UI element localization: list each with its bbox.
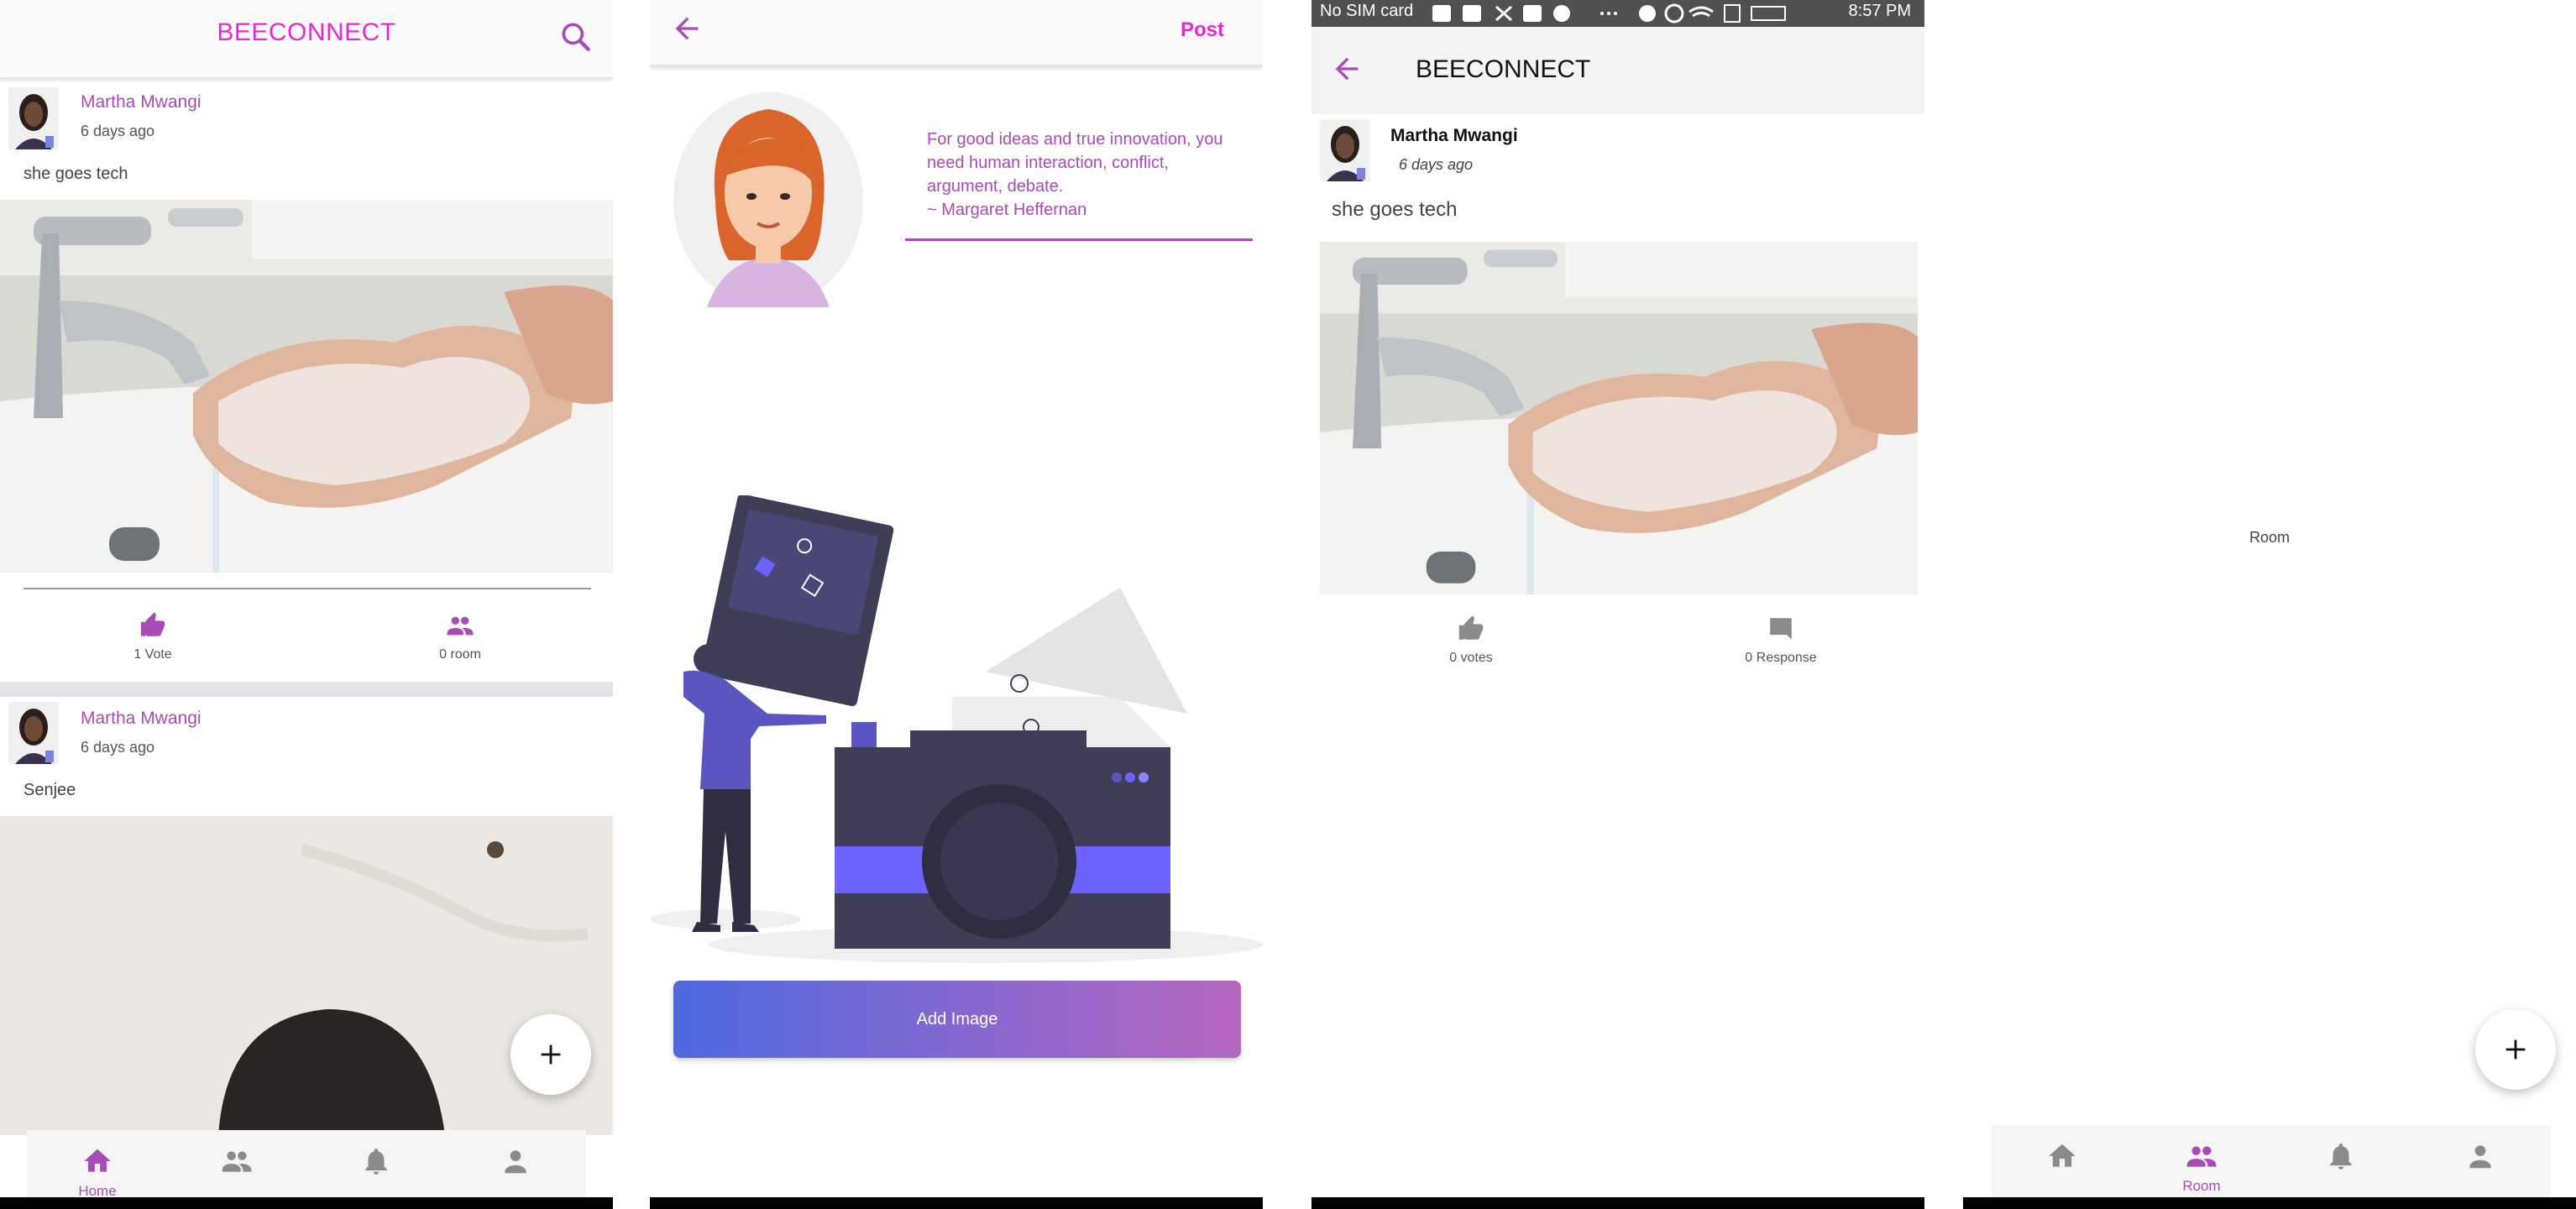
user-avatar-illustration xyxy=(673,92,863,307)
arrow-back-icon xyxy=(1335,57,1359,81)
post-author[interactable]: Martha Mwangi xyxy=(81,92,202,113)
post-time: 6 days ago xyxy=(1399,156,1474,173)
system-nav-bar xyxy=(1312,1197,1924,1209)
plus-icon xyxy=(2505,1039,2526,1060)
detail-toolbar: BEECONNECT xyxy=(1312,27,1924,114)
back-button[interactable] xyxy=(1330,52,1367,89)
vote-button[interactable]: 1 Vote xyxy=(111,611,195,662)
post-time: 6 days ago xyxy=(81,739,155,756)
status-bar: No SIM card 8:57 PM xyxy=(1312,0,1924,27)
room-screen: Room Room xyxy=(1963,0,2576,1209)
post-image[interactable] xyxy=(1320,242,1918,594)
search-icon xyxy=(562,23,590,51)
nav-notifications[interactable] xyxy=(2307,1140,2374,1176)
carrier-label: No SIM card xyxy=(1320,2,1414,20)
bell-icon xyxy=(365,1148,387,1175)
home-icon xyxy=(84,1149,111,1172)
people-icon xyxy=(2186,1146,2217,1167)
camera-illustration xyxy=(650,494,1263,966)
thumb-up-icon xyxy=(1458,615,1484,640)
vote-count-label: 0 votes xyxy=(1449,651,1493,665)
post-submit-button[interactable]: Post xyxy=(1181,18,1224,42)
room-button[interactable]: 0 room xyxy=(416,611,504,662)
feed-app-bar: BEECONNECT xyxy=(0,0,613,79)
post-author[interactable]: Martha Mwangi xyxy=(1390,126,1518,146)
back-button[interactable] xyxy=(670,12,710,52)
system-nav-bar xyxy=(650,1197,1263,1209)
nav-home[interactable]: Home xyxy=(64,1145,131,1200)
author-avatar[interactable] xyxy=(8,702,59,764)
quote-underline xyxy=(905,238,1253,241)
post-text: Senjee xyxy=(24,781,76,799)
bottom-navigation: Room xyxy=(1992,1125,2551,1209)
nav-room-label: Room xyxy=(2182,1178,2221,1194)
bell-icon xyxy=(2330,1143,2352,1170)
response-button[interactable]: 0 Response xyxy=(1709,615,1852,666)
vote-count-label: 1 Vote xyxy=(134,647,172,662)
new-room-fab[interactable] xyxy=(2475,1009,2556,1090)
thumb-up-icon xyxy=(140,612,165,636)
clock: 8:57 PM xyxy=(1848,2,1911,20)
people-icon xyxy=(222,1151,252,1172)
nav-room[interactable]: Room xyxy=(2168,1140,2235,1195)
arrow-back-icon xyxy=(675,17,699,40)
quote-text: For good ideas and true innovation, you … xyxy=(927,130,1223,196)
search-button[interactable] xyxy=(558,18,594,55)
post-divider xyxy=(24,588,591,589)
plus-icon xyxy=(541,1044,561,1065)
nav-profile[interactable] xyxy=(2447,1140,2514,1176)
person-icon xyxy=(2469,1145,2491,1169)
status-icons xyxy=(1429,3,1899,29)
post-text: she goes tech xyxy=(1332,198,1458,221)
vote-button[interactable]: 0 votes xyxy=(1421,615,1521,666)
person-icon xyxy=(505,1150,526,1174)
nav-profile[interactable] xyxy=(482,1145,549,1181)
post-author[interactable]: Martha Mwangi xyxy=(81,709,202,729)
nav-room[interactable] xyxy=(203,1145,270,1181)
nav-home[interactable] xyxy=(2029,1140,2096,1176)
response-count-label: 0 Response xyxy=(1745,651,1817,665)
room-placeholder-label: Room xyxy=(2249,529,2290,546)
compose-screen: Post For good ideas and true innovation,… xyxy=(650,0,1263,1209)
new-post-fab[interactable] xyxy=(510,1014,591,1095)
inspirational-quote: For good ideas and true innovation, you … xyxy=(927,128,1238,222)
comment-icon xyxy=(1770,618,1792,640)
room-count-label: 0 room xyxy=(439,647,481,662)
notification-icons xyxy=(1432,3,1786,24)
detail-title: BEECONNECT xyxy=(1416,55,1591,83)
post-time: 6 days ago xyxy=(81,123,155,139)
post-text: she goes tech xyxy=(24,165,128,183)
system-nav-bar xyxy=(0,1197,613,1209)
post-image[interactable] xyxy=(0,200,613,573)
quote-author: ~ Margaret Heffernan xyxy=(927,201,1087,219)
home-icon xyxy=(2049,1144,2076,1167)
post-detail-screen: No SIM card 8:57 PM BEECONNECT Martha Mw… xyxy=(1312,0,1924,1209)
screenshot-root: BEECONNECT Martha Mwangi 6 days ago she … xyxy=(0,0,2576,1209)
system-nav-bar xyxy=(1963,1197,2576,1209)
compose-app-bar: Post xyxy=(650,0,1263,67)
add-image-button[interactable]: Add Image xyxy=(673,981,1241,1058)
feed-screen: BEECONNECT Martha Mwangi 6 days ago she … xyxy=(0,0,613,1209)
post-separator xyxy=(0,682,613,697)
post-image[interactable] xyxy=(0,816,613,1135)
nav-notifications[interactable] xyxy=(343,1145,410,1181)
post-card: Martha Mwangi 6 days ago she goes tech 1… xyxy=(0,81,613,685)
people-icon xyxy=(447,616,474,636)
author-avatar[interactable] xyxy=(1320,119,1370,181)
app-brand-title: BEECONNECT xyxy=(217,18,396,46)
author-avatar[interactable] xyxy=(8,87,59,149)
